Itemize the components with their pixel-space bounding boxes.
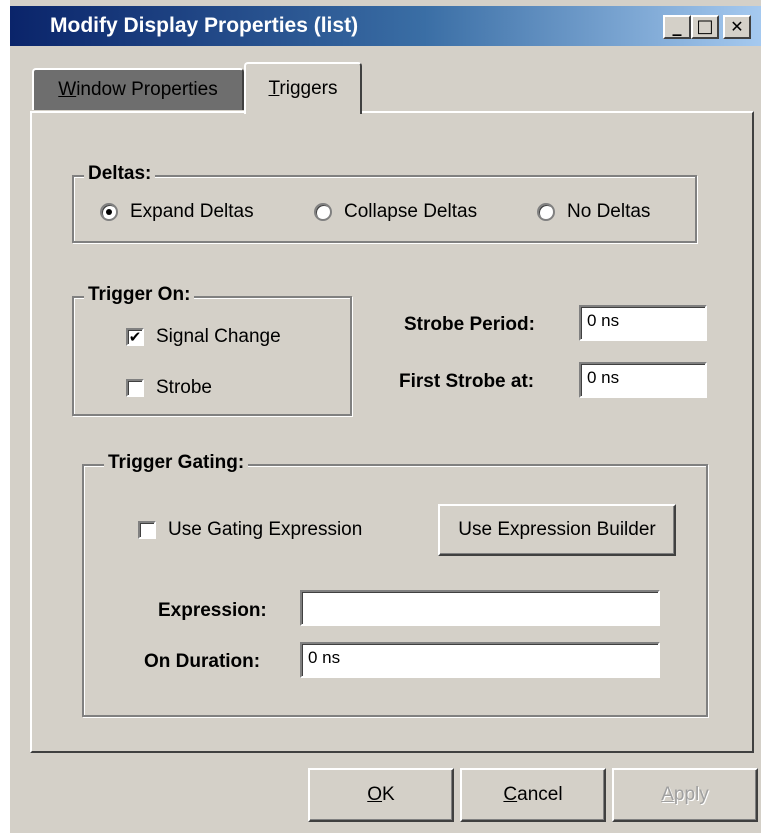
on-duration-input[interactable]: 0 ns (300, 642, 660, 678)
apply-button[interactable]: Apply (612, 768, 758, 822)
trigger-gating-legend: Trigger Gating: (104, 452, 249, 474)
minimize-icon: _ (672, 16, 682, 37)
trigger-gating-group: Trigger Gating: Use Gating Expression Us… (82, 452, 708, 717)
maximize-icon: □ (696, 16, 714, 37)
button-area: OK Cancel Apply (10, 760, 761, 833)
radio-expand-deltas[interactable]: Expand Deltas (100, 201, 254, 223)
minimize-button[interactable]: _ (663, 15, 691, 39)
ok-button-label: OK (367, 784, 395, 805)
dialog-window: Modify Display Properties (list) _ □ ✕ W… (8, 0, 761, 833)
radio-no-deltas-label: No Deltas (567, 201, 651, 222)
radio-indicator (537, 203, 555, 221)
expression-label: Expression: (158, 600, 267, 621)
first-strobe-input[interactable]: 0 ns (579, 362, 707, 398)
apply-button-label: Apply (661, 784, 709, 805)
checkbox-strobe-label: Strobe (156, 377, 212, 398)
trigger-on-group: Trigger On: ✔ Signal Change Strobe (72, 284, 352, 416)
maximize-button[interactable]: □ (691, 15, 719, 39)
checkbox-check-icon: ✔ (126, 328, 144, 346)
checkbox-strobe[interactable]: Strobe (126, 377, 212, 399)
trigger-on-legend: Trigger On: (84, 284, 195, 306)
first-strobe-label: First Strobe at: (399, 371, 535, 392)
radio-no-deltas[interactable]: No Deltas (537, 201, 650, 223)
use-expression-builder-button[interactable]: Use Expression Builder (438, 504, 676, 556)
checkbox-box (126, 379, 144, 397)
cancel-button[interactable]: Cancel (460, 768, 606, 822)
radio-indicator (314, 203, 332, 221)
tab-window-properties-label: Window Properties (58, 79, 218, 100)
checkbox-box (138, 521, 156, 539)
radio-indicator (100, 203, 118, 221)
checkbox-signal-change-label: Signal Change (156, 326, 281, 347)
checkbox-use-gating-label: Use Gating Expression (168, 519, 363, 540)
tab-window-properties[interactable]: Window Properties (32, 68, 244, 110)
close-icon: ✕ (730, 17, 744, 36)
deltas-group: Deltas: Expand Deltas Collapse Deltas No… (72, 163, 697, 243)
triggers-panel: Deltas: Expand Deltas Collapse Deltas No… (30, 111, 754, 753)
radio-expand-deltas-label: Expand Deltas (130, 201, 254, 222)
radio-collapse-deltas-label: Collapse Deltas (344, 201, 478, 222)
deltas-legend: Deltas: (84, 163, 156, 185)
close-button[interactable]: ✕ (723, 15, 751, 39)
strobe-period-label: Strobe Period: (404, 314, 535, 335)
tab-triggers[interactable]: Triggers (244, 62, 362, 114)
tab-triggers-label: Triggers (268, 78, 338, 99)
on-duration-label: On Duration: (144, 651, 261, 672)
cancel-button-label: Cancel (503, 784, 563, 805)
checkbox-signal-change[interactable]: ✔ Signal Change (126, 326, 281, 348)
ok-button[interactable]: OK (308, 768, 454, 822)
title-bar[interactable]: Modify Display Properties (list) _ □ ✕ (10, 6, 761, 46)
checkbox-use-gating-expression[interactable]: Use Gating Expression (138, 519, 362, 541)
expression-input[interactable] (300, 590, 660, 626)
window-title: Modify Display Properties (list) (50, 14, 359, 37)
radio-collapse-deltas[interactable]: Collapse Deltas (314, 201, 477, 223)
strobe-period-input[interactable]: 0 ns (579, 305, 707, 341)
